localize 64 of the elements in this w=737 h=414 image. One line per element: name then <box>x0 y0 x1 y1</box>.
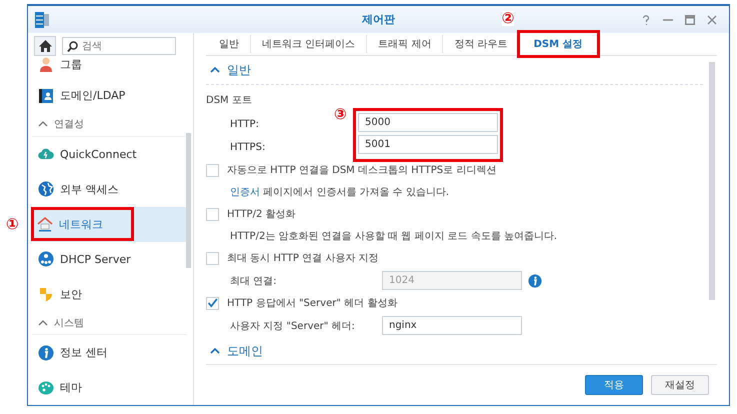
scrollbar[interactable] <box>709 62 715 300</box>
shield-icon <box>38 286 54 302</box>
checkbox[interactable] <box>206 208 219 220</box>
step-number: ③ <box>334 107 347 122</box>
sidebar-item[interactable]: 도메인/LDAP <box>32 78 187 113</box>
certificate-link[interactable]: 인증서 <box>230 187 260 198</box>
tab[interactable]: 네트워크 인터페이스 <box>251 35 368 53</box>
field-label: HTTP: <box>230 119 259 130</box>
app-icon <box>35 12 49 28</box>
sidebar-item[interactable]: 정보 센터 <box>32 335 187 370</box>
step-number: ② <box>502 11 514 26</box>
window-title: 제어판 <box>362 12 395 27</box>
palette-icon <box>38 380 54 396</box>
checkbox-label: HTTP/2 활성화 <box>227 208 296 221</box>
field-label: HTTPS: <box>230 142 266 153</box>
field-label: DSM 포트 <box>206 94 252 107</box>
sidebar-item[interactable]: 네트워크 <box>32 206 187 242</box>
sidebar-item[interactable]: 그룹 <box>32 56 187 78</box>
reset-button[interactable]: 재설정 <box>651 375 709 395</box>
checkbox-label: 최대 동시 HTTP 연결 사용자 지정 <box>227 252 378 265</box>
sidebar-item[interactable]: 테마 <box>32 370 187 405</box>
port-input-field[interactable]: 5000 <box>358 113 498 132</box>
sidebar-item[interactable]: 외부 액세스 <box>32 172 187 206</box>
globe-icon <box>38 181 54 197</box>
maximize-icon[interactable] <box>685 14 695 24</box>
input-field[interactable]: nginx <box>382 316 522 335</box>
help-text: 인증서 페이지에서 인증서를 가져올 수 있습니다. <box>230 186 450 199</box>
person-icon <box>38 56 54 72</box>
tab[interactable]: 트래픽 제어 <box>367 35 444 53</box>
tab[interactable]: 일반 <box>208 35 251 53</box>
scrollbar[interactable] <box>186 133 191 268</box>
chevron-icon <box>38 121 48 128</box>
sidebar-item[interactable]: QuickConnect <box>32 136 187 172</box>
chevron-icon <box>210 348 220 354</box>
cloud-icon <box>38 146 54 162</box>
sidebar-item[interactable]: 보안 <box>32 276 187 312</box>
tab[interactable]: 정적 라우트 <box>443 35 520 53</box>
checkbox-label: 자동으로 HTTP 연결을 DSM 데스크톱의 HTTPS로 리디렉션 <box>227 164 496 177</box>
category-header[interactable]: 연결성 <box>32 113 187 136</box>
section-header[interactable]: 도메인 <box>206 337 703 364</box>
contact-card-icon <box>38 88 54 104</box>
step-number: ① <box>6 216 19 232</box>
category-header[interactable]: 시스템 <box>32 312 187 335</box>
sidebar-item[interactable]: DHCP Server <box>32 242 187 276</box>
house-icon <box>37 216 53 232</box>
chevron-icon <box>210 67 220 73</box>
checkbox[interactable] <box>206 164 219 176</box>
checkbox[interactable] <box>206 296 219 310</box>
home-button[interactable] <box>34 36 56 56</box>
search-icon <box>67 41 78 52</box>
close-icon[interactable] <box>707 14 717 24</box>
home-icon <box>38 40 52 52</box>
port-input-field[interactable]: 5001 <box>358 135 498 154</box>
search-field[interactable]: 검색 <box>62 37 176 55</box>
help-icon[interactable] <box>641 14 651 24</box>
section-header[interactable]: 일반 <box>206 56 703 85</box>
field-label: 최대 연결: <box>230 274 278 288</box>
chevron-icon <box>38 320 48 326</box>
help-text: HTTP/2는 암호화된 연결을 사용할 때 웹 페이지 로드 속도를 높여줍니다. <box>230 230 558 243</box>
checkbox[interactable] <box>206 252 219 264</box>
field-label: 사용자 지정 "Server" 헤더: <box>230 320 356 332</box>
checkbox-label: HTTP 응답에서 "Server" 헤더 활성화 <box>227 297 398 310</box>
network-nodes-icon <box>38 251 54 267</box>
info-icon <box>38 344 54 360</box>
